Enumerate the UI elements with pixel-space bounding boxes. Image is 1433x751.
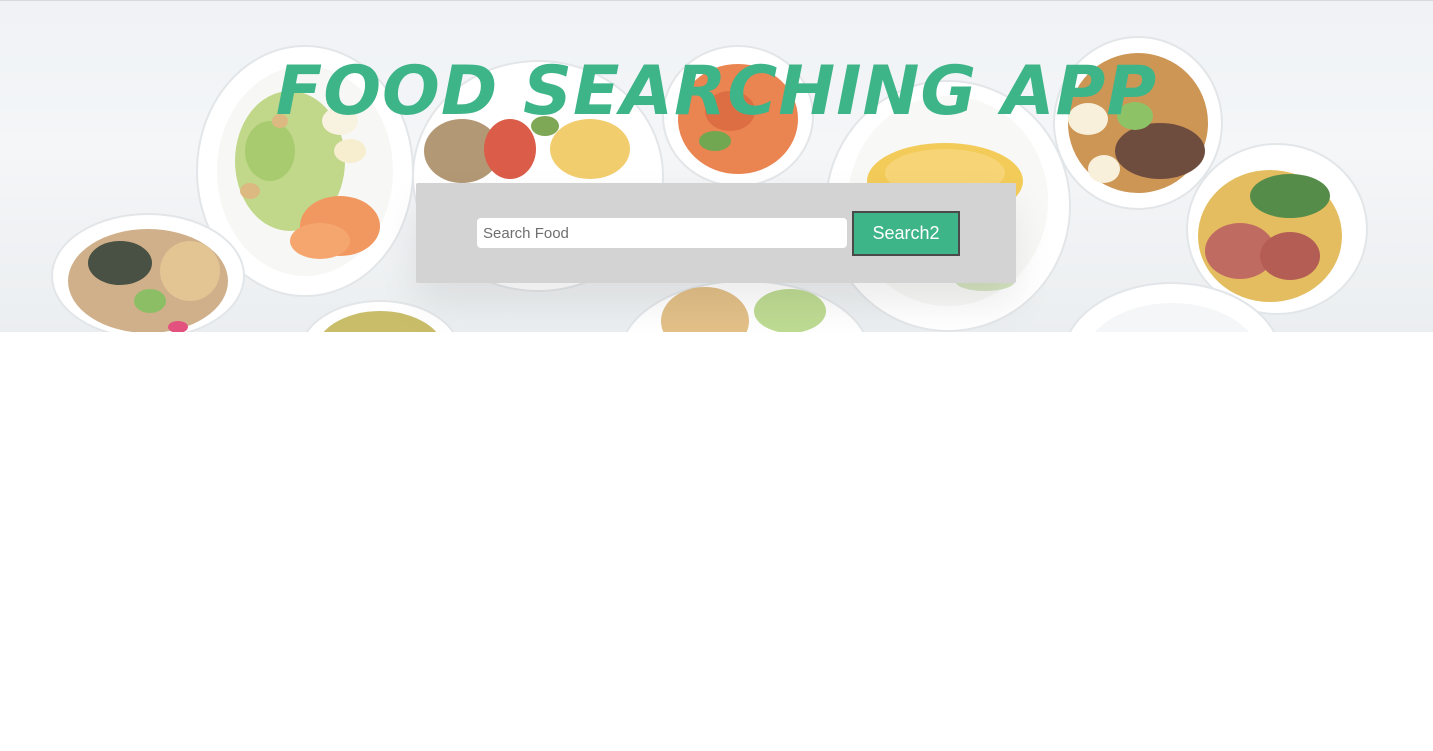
page-title: FOOD SEARCHING APP: [275, 52, 1158, 131]
search-panel: Search2: [416, 183, 1016, 283]
hero-banner: FOOD SEARCHING APP Search2: [0, 0, 1433, 332]
search-input[interactable]: [477, 218, 847, 248]
search-button[interactable]: Search2: [852, 211, 960, 256]
